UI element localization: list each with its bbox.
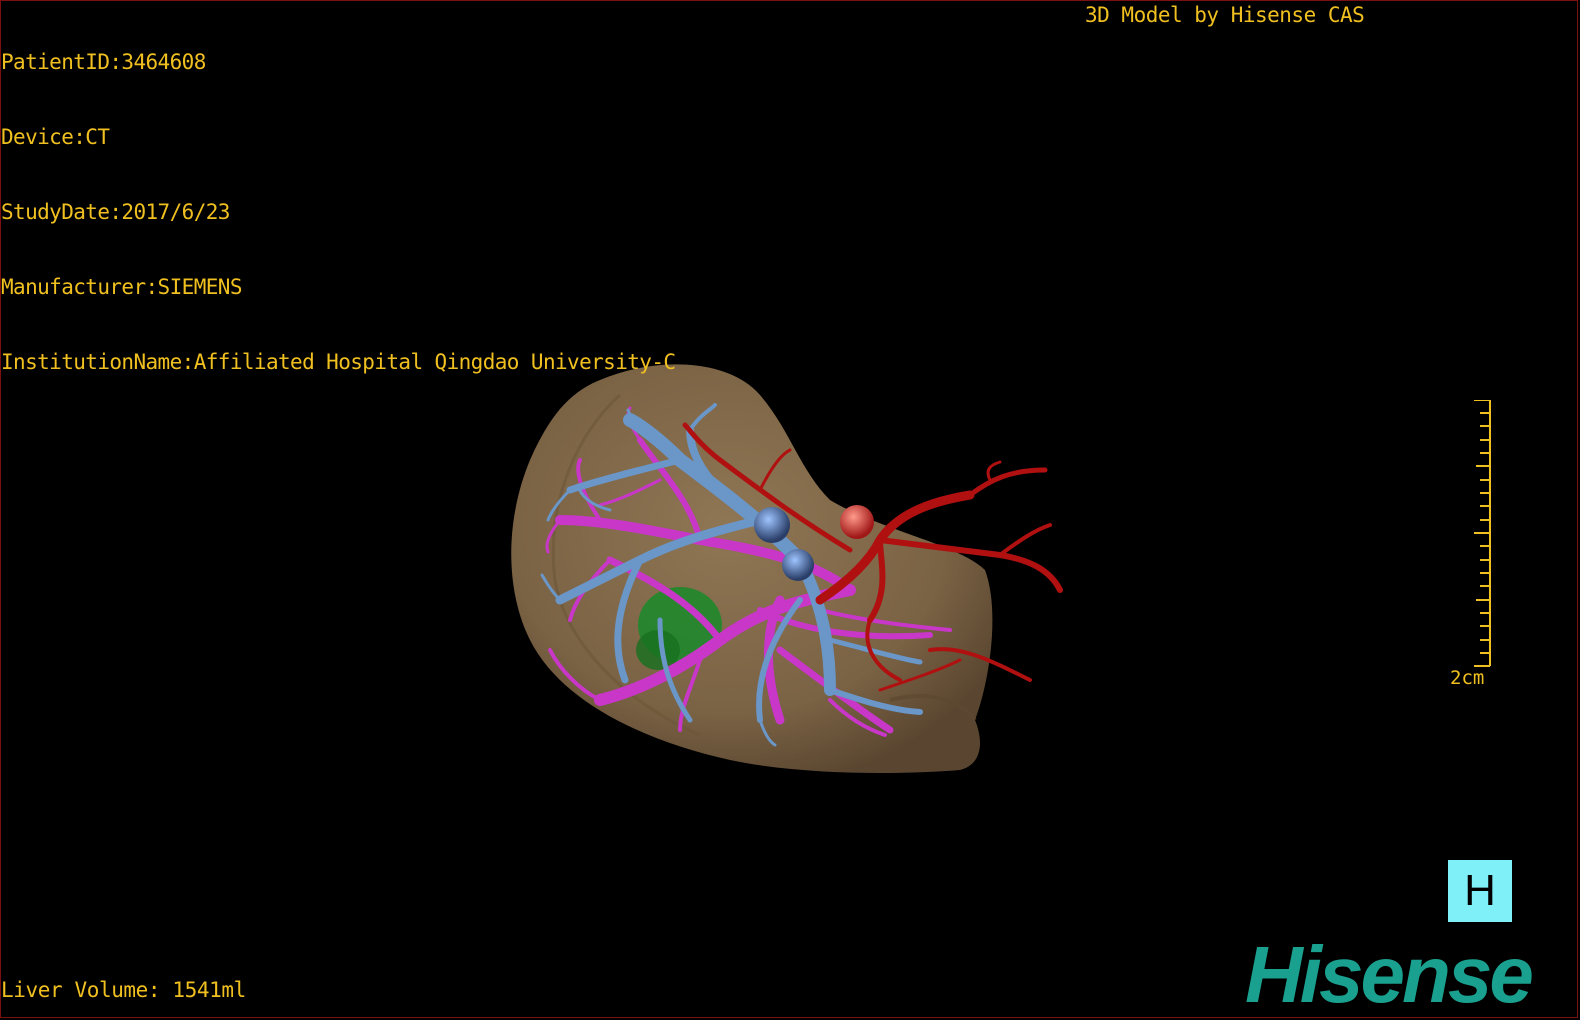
manufacturer-label: Manufacturer:SIEMENS [1, 275, 242, 299]
scale-label: 2cm [1450, 667, 1485, 689]
model-credit-label: 3D Model by Hisense CAS [1085, 3, 1365, 27]
hisense-logo: Hisense [1245, 930, 1534, 1019]
portal-junction-node-2 [782, 549, 814, 581]
portal-junction-node [754, 507, 790, 543]
patient-id-label: PatientID:3464608 [1, 50, 206, 74]
institution-label: InstitutionName:Affiliated Hospital Qing… [1, 350, 676, 374]
artery-junction-node [840, 505, 874, 539]
orientation-marker[interactable]: H [1448, 860, 1512, 922]
study-date-label: StudyDate:2017/6/23 [1, 200, 230, 224]
dicom-info-overlay: PatientID:3464608 Device:CT StudyDate:20… [1, 0, 676, 400]
liver-volume-label: Liver Volume: 1541ml [1, 978, 246, 1002]
scale-ruler [1474, 400, 1491, 667]
device-label: Device:CT [1, 125, 110, 149]
